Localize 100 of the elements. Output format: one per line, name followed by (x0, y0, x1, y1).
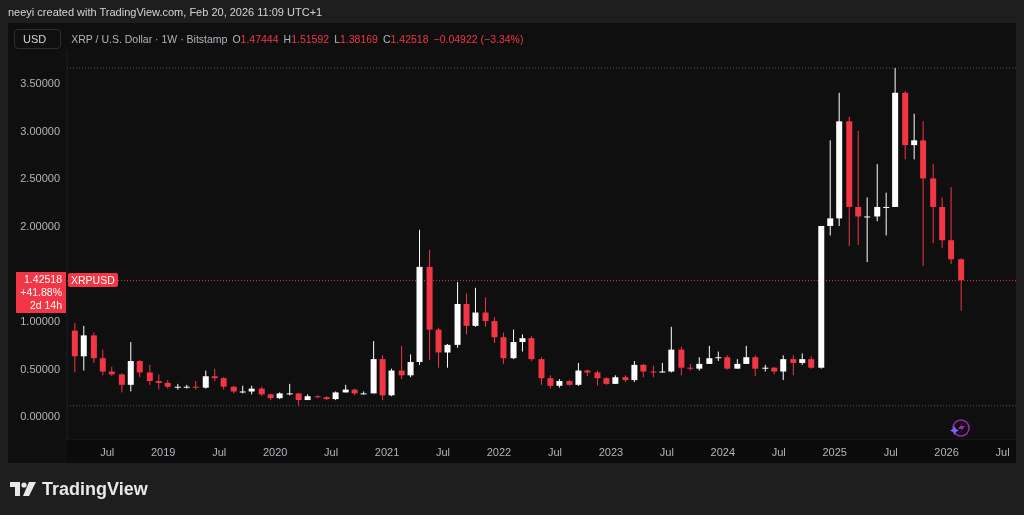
candle (780, 354, 787, 381)
price-axis-label: 0.50000 (20, 362, 60, 375)
price-axis-label: 3.00000 (20, 124, 60, 137)
ohlc-value: 1.47444 (240, 33, 279, 45)
candle (650, 365, 657, 378)
price-axis-label: 2.50000 (20, 172, 60, 185)
candle (622, 374, 629, 383)
candle (444, 343, 451, 369)
candle (958, 257, 965, 312)
candle (351, 388, 358, 396)
lightning-icon (950, 419, 970, 437)
ohlc-value: 1.38169 (339, 33, 378, 45)
candle (304, 393, 311, 401)
candle (435, 327, 442, 369)
candle (874, 163, 881, 222)
candle (547, 374, 554, 390)
candle (155, 373, 162, 391)
ohlc-label: O (232, 33, 241, 45)
candle (612, 374, 619, 385)
candle (127, 341, 134, 392)
symbol-tag: XRPUSD (68, 273, 118, 287)
candle (491, 316, 498, 344)
candle (594, 370, 601, 387)
price-axis-label: 0.00000 (20, 410, 60, 423)
candle (248, 385, 255, 395)
time-axis-label: 2023 (598, 446, 624, 458)
candle (220, 376, 227, 391)
candle (510, 329, 517, 360)
candle (687, 363, 694, 372)
candle (174, 383, 181, 391)
ohlc-value: 1.42518 (390, 33, 429, 45)
candle (482, 296, 489, 328)
currency-button[interactable]: USD (14, 29, 62, 49)
candle (668, 326, 675, 373)
time-axis-label: Jul (771, 446, 786, 458)
time-axis-label: Jul (100, 446, 115, 458)
candle (696, 356, 703, 372)
candle (379, 354, 386, 401)
candle (454, 281, 461, 349)
ohlc-value: 1.51592 (291, 33, 330, 45)
logo-icon (10, 482, 36, 496)
candle (631, 360, 638, 383)
time-axis-label: 2025 (822, 446, 847, 458)
candle (360, 391, 367, 395)
time-axis-label: Jul (883, 446, 898, 458)
candle (108, 366, 115, 377)
brand-name: TradingView (42, 478, 148, 500)
candle (267, 392, 274, 401)
price-axis-label: 3.50000 (20, 77, 60, 90)
candle (762, 364, 769, 372)
candle (323, 395, 330, 401)
price-change: −0.04922 (−3.34%) (433, 33, 524, 45)
candle (640, 363, 647, 378)
ohlc-label: C (382, 33, 391, 45)
time-axis-label: Jul (995, 446, 1010, 458)
candle (164, 379, 171, 390)
candle (528, 335, 535, 362)
time-axis-label: Jul (324, 446, 339, 458)
bar-countdown: 2d 14h (29, 299, 62, 312)
candle (790, 354, 797, 376)
candle (883, 192, 890, 236)
candle (192, 380, 199, 391)
candle (463, 293, 470, 335)
candle (472, 287, 479, 328)
candle (678, 346, 685, 376)
candle (370, 340, 377, 394)
candle (799, 352, 806, 366)
candle (183, 384, 190, 390)
candle (99, 349, 106, 376)
candle (295, 392, 302, 407)
candle (80, 325, 87, 372)
symbol-title: XRP / U.S. Dollar · 1W · Bitstamp (71, 33, 228, 45)
candle (239, 385, 246, 394)
candle (230, 385, 237, 394)
candle (659, 362, 666, 373)
candle (902, 90, 909, 160)
candle (584, 369, 591, 377)
candle (314, 394, 321, 399)
candle (398, 345, 405, 380)
attribution-text: neeyi created with TradingView.com, Feb 20, 2026 11:09 UTC+1 (8, 5, 323, 18)
percent-change: +41.88% (20, 286, 62, 299)
time-axis-label: Jul (436, 446, 451, 458)
ohlc-label: H (283, 33, 292, 45)
candle (90, 332, 97, 364)
price-axis-label: 2.00000 (20, 220, 60, 232)
candle (286, 383, 293, 396)
candle (715, 351, 722, 362)
time-axis-label: Jul (212, 446, 227, 458)
candle (276, 391, 283, 400)
candle (71, 322, 78, 373)
candle (538, 356, 545, 386)
candle (706, 345, 713, 365)
candle (724, 354, 731, 371)
candle (603, 376, 610, 386)
time-axis-label: Jul (547, 446, 562, 458)
candle (342, 384, 349, 393)
candle (911, 113, 918, 160)
time-axis-label: 2022 (486, 446, 512, 458)
time-axis-label: 2026 (934, 446, 959, 458)
candle (808, 355, 815, 370)
